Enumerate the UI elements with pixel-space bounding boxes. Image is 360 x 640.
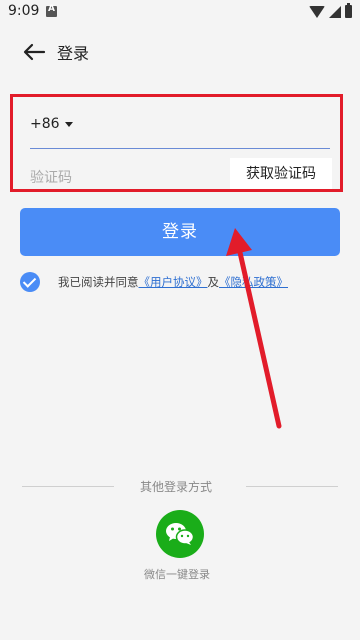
battery-icon [345,3,352,18]
wechat-login-label: 微信一键登录 [144,568,210,581]
status-icons [309,3,352,18]
agreement-checkbox[interactable] [20,272,40,292]
page-title: 登录 [57,44,90,63]
wechat-login-button[interactable] [156,510,204,558]
wifi-icon [309,5,325,18]
divider-line-left [22,486,114,487]
privacy-policy-link[interactable]: 《隐私政策》 [219,275,288,289]
other-login-title: 其他登录方式 [140,480,213,494]
user-agreement-link[interactable]: 《用户协议》 [139,275,208,289]
agreement-text: 我已阅读并同意《用户协议》及《隐私政策》 [58,274,288,290]
status-time: 9:09 [8,3,40,19]
notification-icon [46,4,57,17]
agreement-prefix: 我已阅读并同意 [58,275,139,289]
divider-line-right [246,486,338,487]
agreement-row: 我已阅读并同意《用户协议》及《隐私政策》 [20,272,350,296]
status-bar: 9:09 [0,0,360,24]
app-bar: 登录 [0,24,360,76]
back-arrow-icon[interactable] [20,38,48,66]
wechat-icon [166,523,195,545]
agreement-and: 及 [207,275,220,289]
login-button[interactable]: 登录 [20,208,340,256]
annotation-highlight-box [10,94,343,192]
other-login-divider: 其他登录方式 [22,478,338,496]
signal-icon [329,5,341,18]
